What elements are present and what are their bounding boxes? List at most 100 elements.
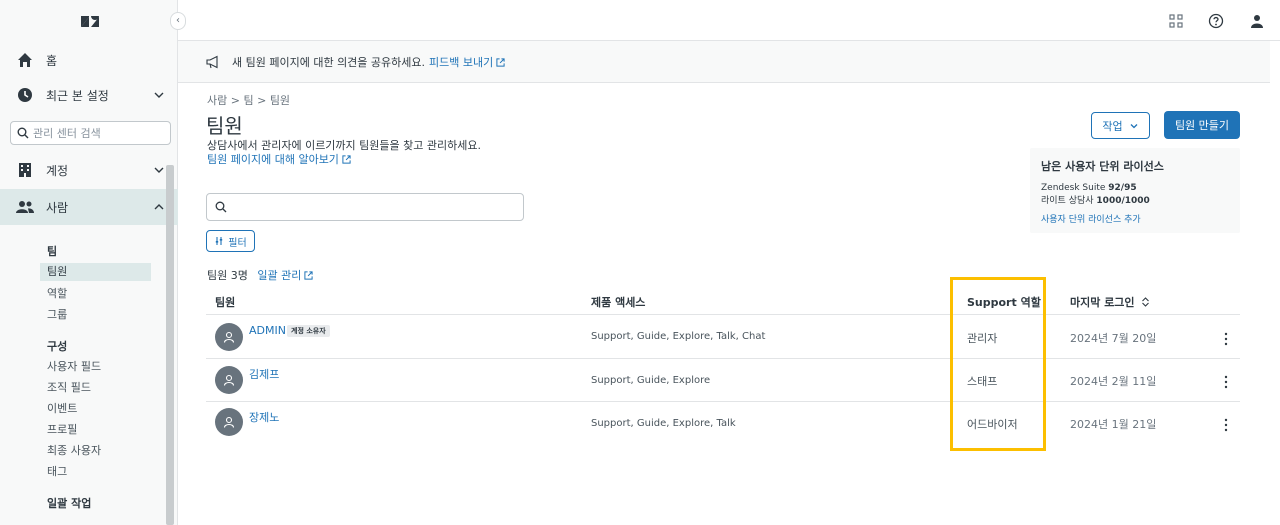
people-icon	[16, 198, 34, 216]
feedback-link[interactable]: 피드백 보내기	[429, 54, 505, 70]
breadcrumb-separator: >	[230, 94, 244, 107]
column-header-product-access: 제품 액세스	[591, 296, 646, 309]
filter-label: 필터	[228, 237, 247, 249]
feedback-banner: 새 팀원 페이지에 대한 의견을 공유하세요. 피드백 보내기	[178, 41, 1270, 83]
breadcrumb: 사람 > 팀 > 팀원	[207, 92, 290, 108]
status-badge: 계정 소유자	[287, 325, 330, 337]
license-value: 92/95	[1108, 183, 1137, 193]
table-divider	[206, 358, 1240, 359]
sidebar-group-heading: 일괄 작업	[47, 497, 92, 510]
license-lines: Zendesk Suite 92/95 라이트 상담사 1000/1000	[1041, 182, 1229, 208]
user-icon	[223, 331, 235, 343]
search-icon	[215, 201, 227, 213]
team-search-input[interactable]	[233, 201, 513, 213]
license-label: Zendesk Suite	[1041, 183, 1106, 193]
sidebar-item-account[interactable]: 계정	[0, 152, 178, 188]
collapse-sidebar-button[interactable]: ‹	[170, 12, 186, 30]
sidebar-item-label: 최근 본 설정	[46, 88, 109, 103]
last-login-header-label: 마지막 로그인	[1070, 296, 1135, 309]
clock-icon	[16, 86, 34, 104]
sidebar-item-people[interactable]: 사람	[0, 189, 178, 225]
sidebar-subitem-tags[interactable]: 태그	[47, 463, 67, 481]
last-login-cell: 2024년 7월 20일	[1070, 332, 1157, 345]
sidebar-subitem-org-fields[interactable]: 조직 필드	[47, 379, 91, 397]
more-options-icon[interactable]	[1220, 375, 1232, 389]
sort-icon	[1142, 297, 1150, 307]
license-value: 1000/1000	[1096, 196, 1150, 206]
sidebar-item-label: 홈	[46, 53, 58, 68]
help-icon[interactable]	[1208, 13, 1224, 29]
sidebar-item-recent[interactable]: 최근 본 설정	[0, 77, 178, 113]
product-access-cell: Support, Guide, Explore	[591, 375, 711, 386]
chevron-down-icon	[154, 167, 164, 173]
sidebar-subitem-events[interactable]: 이벤트	[47, 400, 77, 418]
avatar	[215, 408, 243, 436]
zendesk-logo-icon[interactable]	[80, 12, 100, 32]
learn-more-link[interactable]: 팀원 페이지에 대해 알아보기	[207, 151, 351, 167]
learn-more-label: 팀원 페이지에 대해 알아보기	[207, 153, 339, 166]
support-role-highlight-box	[950, 277, 1046, 451]
license-line: 라이트 상담사 1000/1000	[1041, 195, 1229, 208]
column-header-member: 팀원	[215, 296, 236, 309]
sidebar-item-label: 계정	[46, 163, 69, 178]
admin-search-field[interactable]	[10, 121, 171, 145]
license-line: Zendesk Suite 92/95	[1041, 182, 1229, 195]
home-icon	[16, 51, 34, 69]
member-count-line: 팀원 3명 일괄 관리	[207, 267, 313, 283]
actions-label: 작업	[1102, 119, 1123, 133]
bulk-manage-label: 일괄 관리	[257, 269, 302, 282]
sidebar-scrollbar[interactable]	[166, 165, 174, 525]
member-name-link[interactable]: 김제프	[249, 366, 279, 382]
external-link-icon	[304, 271, 313, 280]
sidebar-item-home[interactable]: 홈	[0, 42, 178, 78]
add-license-link[interactable]: 사용자 단위 라이선스 추가	[1041, 212, 1229, 225]
table-divider	[206, 314, 1240, 315]
page-title: 팀원	[206, 114, 243, 138]
more-options-icon[interactable]	[1220, 418, 1232, 432]
last-login-cell: 2024년 2월 11일	[1070, 375, 1157, 388]
avatar	[215, 323, 243, 351]
license-label: 라이트 상담사	[1041, 196, 1094, 206]
sidebar-subitem-end-users[interactable]: 최종 사용자	[47, 442, 101, 460]
chevron-down-icon	[1130, 123, 1138, 128]
megaphone-icon	[206, 55, 218, 68]
breadcrumb-item[interactable]: 사람	[207, 94, 227, 107]
breadcrumb-item[interactable]: 팀	[243, 94, 253, 107]
member-name-link[interactable]: ADMIN	[249, 324, 286, 337]
external-link-icon	[342, 155, 351, 164]
top-bar	[178, 0, 1280, 41]
member-name-link[interactable]: 장제노	[249, 409, 279, 425]
chevron-up-icon	[154, 204, 164, 210]
feedback-link-label: 피드백 보내기	[429, 55, 494, 69]
actions-dropdown-button[interactable]: 작업	[1091, 112, 1150, 139]
bulk-manage-link[interactable]: 일괄 관리	[257, 269, 313, 282]
filter-button[interactable]: 필터	[206, 230, 255, 252]
admin-search-input[interactable]	[33, 126, 163, 140]
user-profile-icon[interactable]	[1249, 13, 1265, 29]
last-login-cell: 2024년 1월 21일	[1070, 418, 1157, 431]
sidebar-subitem-groups[interactable]: 그룹	[47, 306, 67, 324]
filter-sliders-icon	[216, 237, 223, 245]
sidebar-subitem-user-fields[interactable]: 사용자 필드	[47, 358, 101, 376]
external-link-icon	[496, 57, 505, 67]
search-icon	[17, 127, 29, 139]
member-count: 팀원 3명	[207, 269, 248, 282]
column-header-last-login[interactable]: 마지막 로그인	[1070, 294, 1150, 310]
team-search-field[interactable]	[206, 193, 524, 221]
sidebar-subitem-profiles[interactable]: 프로필	[47, 421, 77, 439]
create-team-member-button[interactable]: 팀원 만들기	[1164, 111, 1240, 139]
banner-message: 새 팀원 페이지에 대한 의견을 공유하세요.	[232, 55, 426, 69]
building-icon	[16, 161, 34, 179]
product-access-cell: Support, Guide, Explore, Talk, Chat	[591, 331, 766, 342]
sidebar-subitem-team-members[interactable]: 팀원	[40, 263, 151, 281]
breadcrumb-separator: >	[257, 94, 270, 107]
more-options-icon[interactable]	[1220, 332, 1232, 346]
sidebar-subitem-roles[interactable]: 역할	[47, 285, 67, 303]
license-panel: 남은 사용자 단위 라이선스 Zendesk Suite 92/95 라이트 상…	[1030, 148, 1240, 233]
chevron-down-icon	[154, 92, 164, 98]
breadcrumb-item: 팀원	[269, 94, 291, 107]
sidebar: 홈 최근 본 설정 계정 사람 팀 팀원 역할 그룹 구성 사용자 필드 조직 …	[0, 0, 178, 525]
table-divider	[206, 401, 1240, 402]
product-tray-icon[interactable]	[1168, 13, 1184, 29]
avatar	[215, 366, 243, 394]
